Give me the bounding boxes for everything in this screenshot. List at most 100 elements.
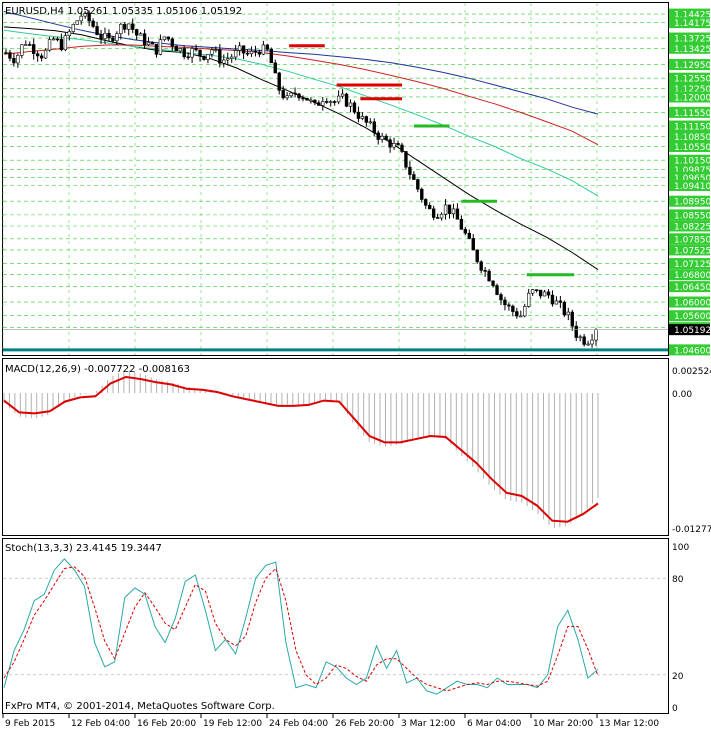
candle-body (47, 39, 52, 51)
candle-body (273, 62, 277, 74)
candle-body (51, 38, 56, 41)
time-tick-label: 6 Mar 04:00 (467, 719, 522, 729)
time-tick-label: 10 Mar 20:00 (533, 719, 593, 729)
macd-tick-label: -0.012771 (672, 525, 711, 535)
stoch-title: Stoch(13,3,3) 23.4145 19.3447 (5, 543, 162, 554)
candle-body (416, 179, 420, 190)
candle-body (534, 289, 539, 291)
candle-body (376, 132, 380, 140)
candle-body (566, 311, 570, 316)
candle-body (443, 204, 448, 215)
time-tick-label: 9 Feb 2015 (5, 719, 55, 729)
candle-body (154, 43, 159, 55)
candle-body (305, 97, 309, 101)
candle-body (170, 38, 174, 47)
candle-body (467, 232, 471, 239)
candle-body (301, 97, 305, 100)
candle-body (392, 143, 396, 148)
candle-body (8, 52, 12, 59)
chart-window: 1.14425 1.14175 1.13725 1.13425 1.12950 1.125… (0, 0, 711, 732)
candle-body (32, 44, 36, 55)
candle-body (475, 249, 479, 263)
candle-body (63, 35, 68, 51)
candle-body (16, 55, 20, 64)
candle-body (289, 92, 293, 97)
candle-body (150, 42, 155, 45)
candle-body (530, 289, 535, 294)
candle-body (329, 101, 333, 103)
candle-body (206, 53, 210, 60)
candle-body (55, 38, 60, 41)
candle-body (142, 33, 147, 46)
candle-body (190, 48, 194, 58)
time-tick-label: 19 Feb 12:00 (203, 719, 262, 729)
candle-body (542, 291, 547, 297)
candle-body (123, 23, 127, 30)
candle-body (447, 204, 452, 214)
candle-body (253, 50, 258, 53)
stoch-tick-label: 80 (672, 575, 684, 585)
stoch-tick-label: 100 (672, 543, 689, 553)
candle-body (265, 44, 270, 50)
candle-body (420, 188, 424, 200)
candle-body (317, 102, 321, 106)
candle-body (321, 101, 325, 106)
candle-body (550, 294, 555, 305)
candle-body (233, 50, 238, 58)
candle-body (214, 49, 218, 51)
candle-body (309, 99, 313, 102)
candle-body (364, 116, 369, 123)
candle-body (158, 39, 163, 55)
candle-body (237, 45, 242, 51)
moving-average-black (3, 26, 599, 271)
candle-body (12, 57, 16, 64)
candle-body (340, 93, 345, 97)
candle-body (107, 32, 111, 39)
candle-body (241, 45, 246, 54)
price-tick-label: 1.05600 (674, 312, 711, 322)
candle-body (99, 34, 103, 40)
candle-body (39, 55, 44, 59)
candle-body (138, 33, 143, 36)
candle-body (75, 20, 79, 25)
macd-tick-label: 0.002524 (672, 367, 711, 377)
candle-body (511, 305, 515, 312)
candle-body (4, 52, 8, 54)
candle-body (297, 93, 301, 99)
candle-body (313, 99, 317, 103)
price-tick-label: 1.04600 (674, 346, 711, 356)
candle-body (503, 299, 507, 306)
candle-body (134, 29, 139, 36)
candle-body (554, 300, 559, 305)
time-tick-label: 3 Mar 12:00 (401, 719, 456, 729)
candle-body (24, 44, 28, 46)
candle-body (455, 208, 460, 220)
candle-body (507, 304, 511, 307)
price-tick-label: 1.06000 (674, 299, 711, 309)
candle-body (293, 92, 297, 95)
candle-body (578, 336, 582, 339)
candle-body (352, 102, 357, 113)
candle-body (91, 20, 95, 27)
candle-body (249, 50, 254, 55)
candle-body (483, 270, 487, 272)
stoch-tick-label: 0 (672, 704, 678, 714)
candle-body (384, 135, 388, 141)
moving-average-red (3, 44, 599, 146)
chart-header: EURUSD,H4 1.05261 1.05335 1.05106 1.0519… (5, 6, 242, 17)
candle-body (119, 23, 123, 34)
candle-body (491, 280, 495, 286)
stoch-panel: 100 80 20 0 (3, 543, 689, 714)
candle-body (594, 329, 598, 341)
candle-body (194, 48, 198, 51)
candle-body (570, 311, 574, 327)
chart-canvas[interactable]: 1.144251.141751.137251.134251.129501.125… (0, 0, 711, 732)
candle-body (439, 213, 444, 219)
price-tick-label: 1.07125 (674, 260, 711, 270)
candle-body (586, 343, 590, 346)
price-tick-label: 1.12000 (674, 93, 711, 103)
price-tick-label: 1.06800 (674, 271, 711, 281)
price-panel: 1.144251.141751.137251.134251.129501.125… (2, 3, 711, 356)
candle-body (261, 44, 266, 55)
candle-body (111, 37, 115, 42)
